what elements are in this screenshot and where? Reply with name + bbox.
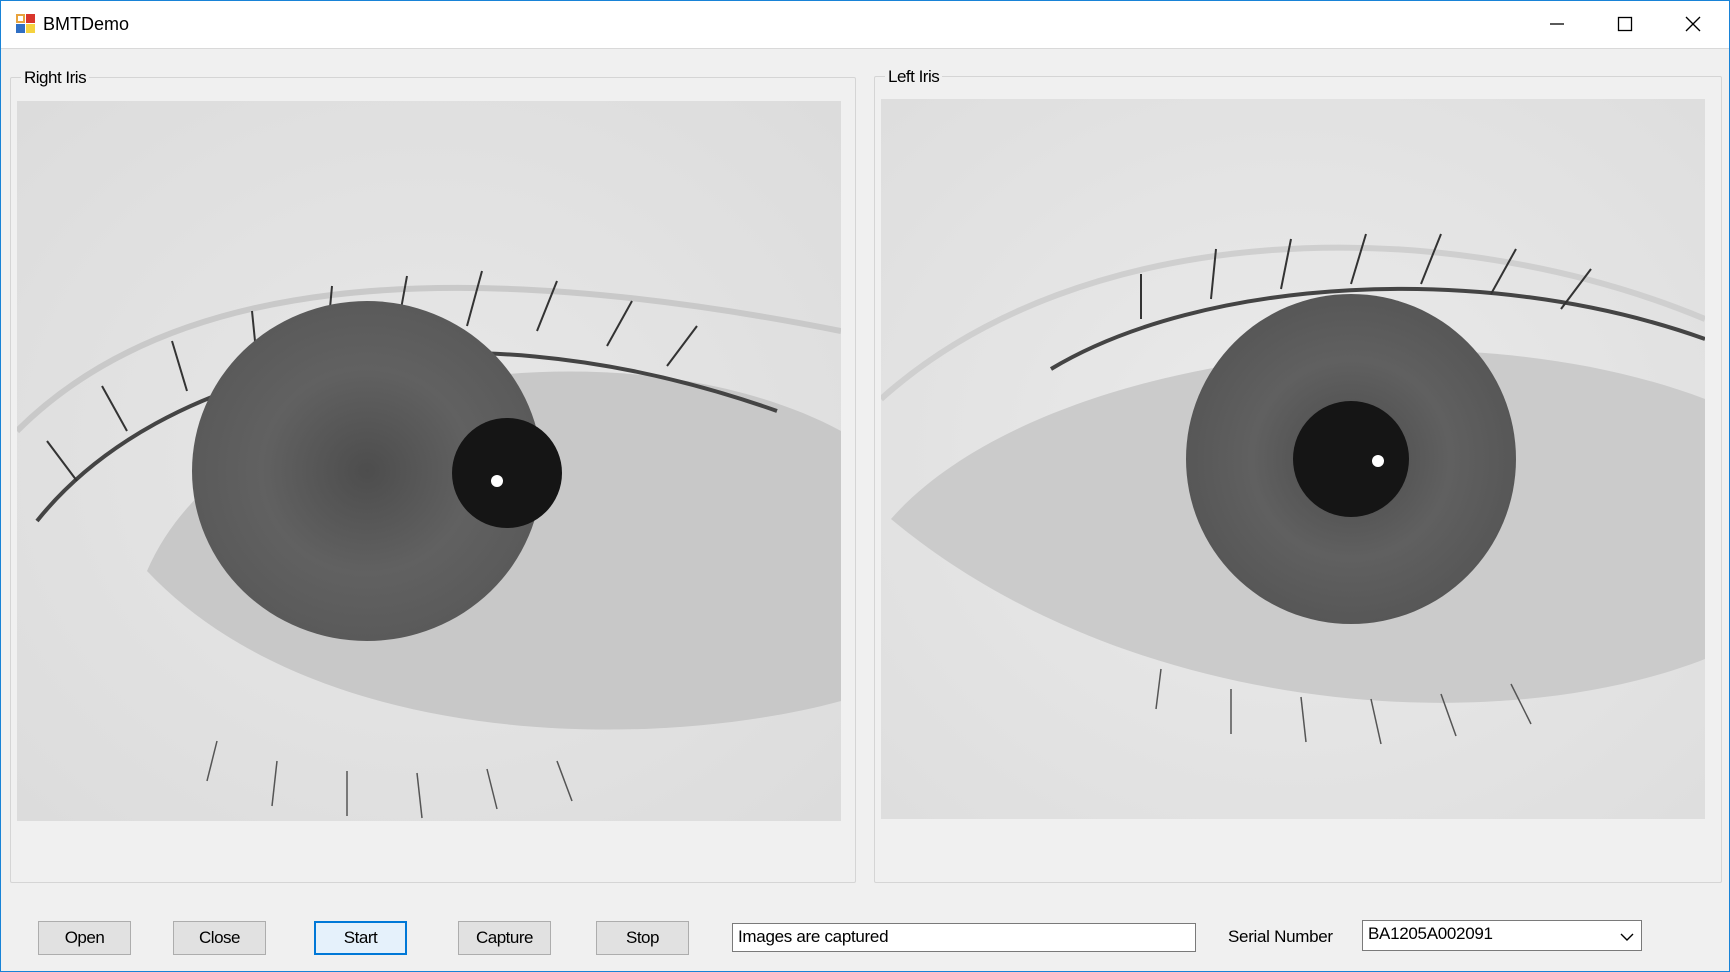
close-icon xyxy=(1685,16,1701,32)
right-iris-image xyxy=(17,101,841,821)
stop-button[interactable]: Stop xyxy=(596,921,689,955)
close-button[interactable]: Close xyxy=(173,921,266,955)
title-bar[interactable]: BMTDemo xyxy=(1,1,1729,49)
close-window-button[interactable] xyxy=(1659,1,1727,47)
app-window: BMTDemo Right Iris Left Iris Open Close … xyxy=(0,0,1730,972)
maximize-icon xyxy=(1617,16,1633,32)
open-button[interactable]: Open xyxy=(38,921,131,955)
left-iris-label: Left Iris xyxy=(885,67,943,87)
app-icon xyxy=(16,14,36,34)
minimize-icon xyxy=(1550,23,1564,25)
status-field[interactable]: Images are captured xyxy=(732,923,1196,952)
left-iris-image xyxy=(881,99,1705,819)
window-title: BMTDemo xyxy=(43,14,130,34)
right-iris-label: Right Iris xyxy=(21,68,90,88)
serial-number-value: BA1205A002091 xyxy=(1368,924,1493,943)
minimize-button[interactable] xyxy=(1523,1,1591,47)
serial-number-label: Serial Number xyxy=(1228,927,1333,946)
maximize-button[interactable] xyxy=(1591,1,1659,47)
chevron-down-icon[interactable] xyxy=(1619,929,1635,943)
capture-button[interactable]: Capture xyxy=(458,921,551,955)
serial-number-select[interactable]: BA1205A002091 xyxy=(1362,920,1642,951)
start-button[interactable]: Start xyxy=(314,921,407,955)
